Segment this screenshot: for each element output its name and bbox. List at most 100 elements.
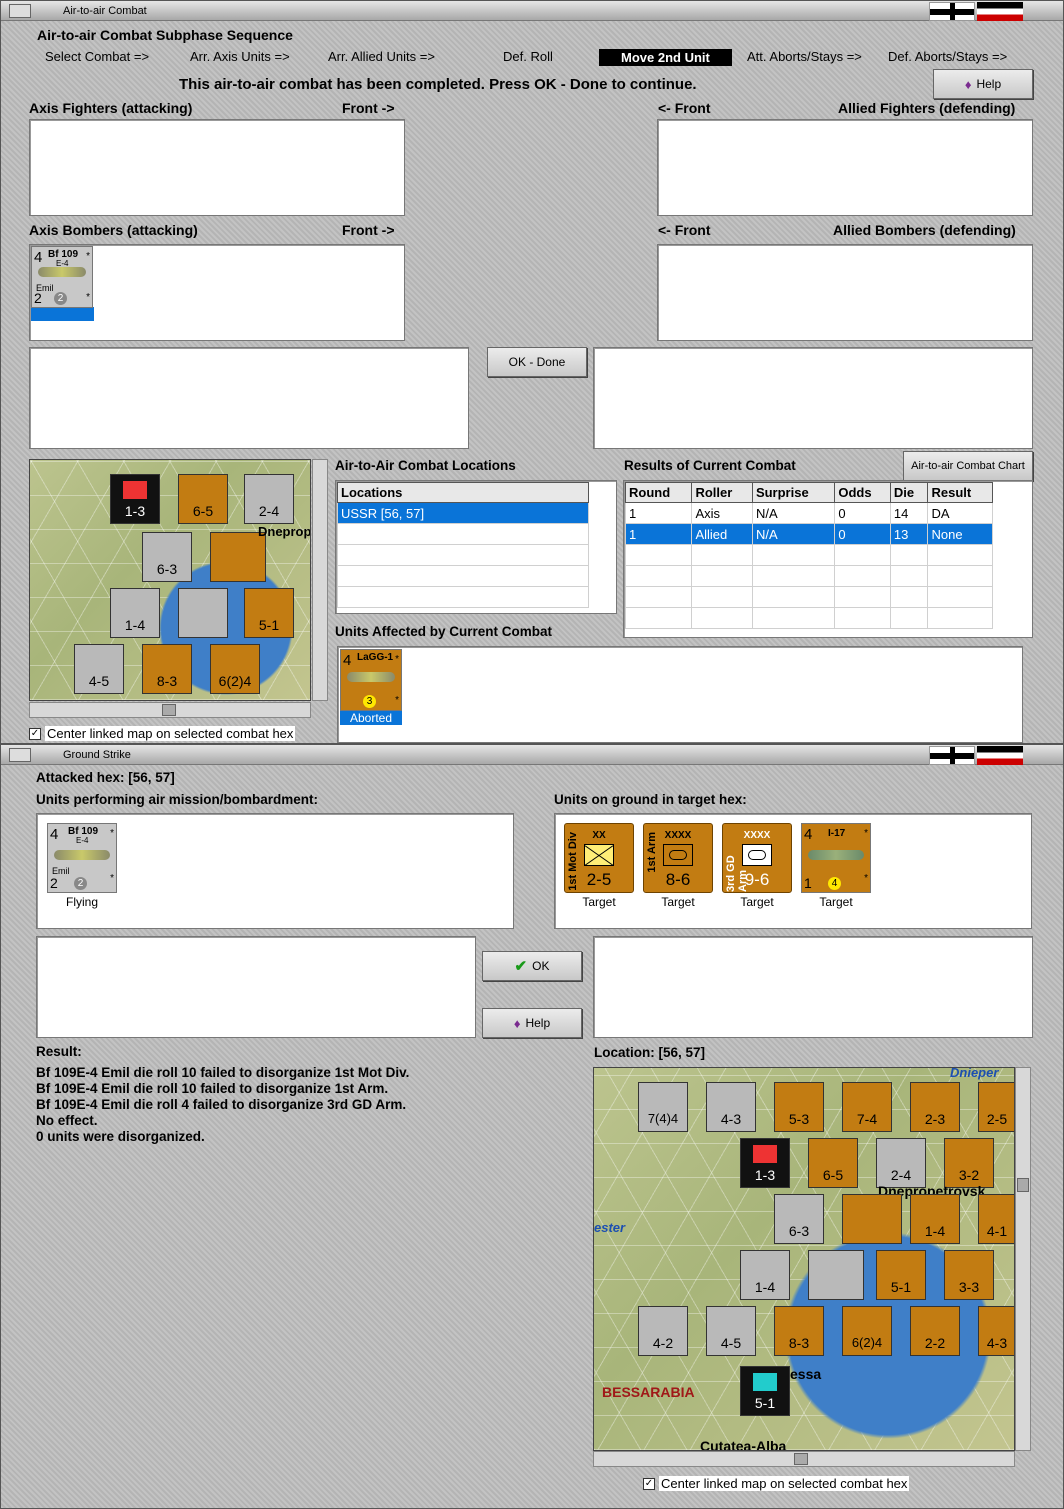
map-unit-t[interactable]: 6(2)4	[842, 1306, 892, 1356]
center-map-checkbox[interactable]: ✓ Center linked map on selected combat h…	[29, 726, 296, 741]
counter-range: 2	[74, 877, 87, 890]
map-unit-u[interactable]: 2-2	[910, 1306, 960, 1356]
map-counter-3[interactable]: 2-4	[244, 474, 294, 524]
aborted-status: Aborted	[340, 711, 402, 725]
ground-unit-3rd-gd-arm[interactable]: 3rd GD Arm XXXX 9-6	[722, 823, 792, 893]
ground-units-box[interactable]: 1st Mot Div XX 2-5 Target 1st Arm XXXX 8…	[554, 813, 1032, 929]
map-unit-w[interactable]: 5-1	[740, 1366, 790, 1416]
title-bar[interactable]: Air-to-air Combat	[1, 1, 1063, 21]
map-counter-bf109[interactable]	[178, 588, 228, 638]
front-right-label-1: Front ->	[342, 100, 395, 116]
allied-fighters-box[interactable]	[657, 119, 1033, 216]
map-unit-j[interactable]: 3-2	[944, 1138, 994, 1188]
map-counter-lagg[interactable]	[210, 532, 266, 582]
map-unit-k[interactable]: 6-3	[774, 1194, 824, 1244]
counter-star-2: *	[864, 873, 868, 884]
seq-def-roll: Def. Roll	[503, 49, 553, 64]
window-menu-icon[interactable]	[9, 748, 31, 762]
map-unit-s[interactable]: 8-3	[774, 1306, 824, 1356]
plane-icon	[54, 850, 110, 860]
map-counter-5[interactable]: 1-4	[110, 588, 160, 638]
air-combat-window: Air-to-air Combat Air-to-air Combat Subp…	[0, 0, 1064, 744]
map-counter-2[interactable]: 6-5	[178, 474, 228, 524]
bf109-ground-counter[interactable]: 4 Bf 109 E-4 * Emil 2 2 *	[47, 823, 117, 893]
locations-list[interactable]: Locations USSR [56, 57]	[335, 480, 617, 614]
axis-info-box	[29, 347, 469, 449]
map-unit-f[interactable]: 2-5	[978, 1082, 1014, 1132]
ground-unit-i17[interactable]: 4 I-17 * 1 4 *	[801, 823, 871, 893]
seq-arr-allied: Arr. Allied Units =>	[328, 49, 435, 64]
counter-attack: 4	[50, 826, 59, 843]
map-scrollbar-v[interactable]	[312, 459, 328, 701]
seq-att-aborts: Att. Aborts/Stays =>	[747, 49, 862, 64]
result-label: Result:	[36, 1044, 82, 1059]
table-row[interactable]: 1 Allied N/A 0 13 None	[624, 523, 993, 545]
linked-map-small[interactable]: 1-3 6-5 2-4 6-3 1-4 5-1 4-5 8-3 6(2)4 Dn…	[29, 459, 311, 701]
combat-chart-label: Air-to-air Combat Chart	[911, 460, 1025, 472]
map-unit-p[interactable]: 3-3	[944, 1250, 994, 1300]
allied-bombers-box[interactable]	[657, 244, 1033, 341]
map-unit-o[interactable]: 5-1	[876, 1250, 926, 1300]
map-unit-a[interactable]: 7(4)4	[638, 1082, 688, 1132]
help-book-icon: ♦	[513, 1015, 521, 1031]
map-counter-8[interactable]: 8-3	[142, 644, 192, 694]
map-unit-e[interactable]: 2-3	[910, 1082, 960, 1132]
map-scrollbar-h[interactable]	[29, 702, 311, 718]
ground-unit-1st-mot-div[interactable]: 1st Mot Div XX 2-5	[564, 823, 634, 893]
map-unit-n[interactable]: 1-4	[740, 1250, 790, 1300]
axis-bombers-box[interactable]: 4 Bf 109 E-4 * Emil 2 2 *	[29, 244, 405, 341]
units-air-label: Units performing air mission/bombardment…	[36, 792, 319, 807]
help-button-2[interactable]: ♦ Help	[482, 1008, 582, 1038]
map-counter-4[interactable]: 6-3	[142, 532, 192, 582]
window-menu-icon[interactable]	[9, 4, 31, 18]
ok-done-button[interactable]: OK - Done	[487, 347, 587, 377]
air-units-box[interactable]: 4 Bf 109 E-4 * Emil 2 2 * Flying	[36, 813, 514, 929]
german-flag-icon	[977, 2, 1023, 21]
counter-attack: 4	[34, 249, 43, 266]
help-book-icon: ♦	[964, 76, 972, 92]
map-counter-1[interactable]: 1-3	[110, 474, 160, 524]
locations-header: Locations	[337, 482, 589, 503]
map-unit-lagg[interactable]	[842, 1194, 902, 1244]
table-row[interactable]: 1 Axis N/A 0 14 DA	[624, 502, 993, 524]
target-caption: Target	[582, 895, 616, 909]
seq-arr-axis: Arr. Axis Units =>	[190, 49, 290, 64]
map-unit-l[interactable]: 1-4	[910, 1194, 960, 1244]
lagg-counter[interactable]: 4 LaGG-1 * 3 *	[340, 649, 402, 711]
map-counter-7[interactable]: 4-5	[74, 644, 124, 694]
map-unit-v[interactable]: 4-3	[978, 1306, 1014, 1356]
help-button[interactable]: ♦ Help	[933, 69, 1033, 99]
ground-unit-1st-arm[interactable]: 1st Arm XXXX 8-6	[643, 823, 713, 893]
map-unit-g[interactable]: 1-3	[740, 1138, 790, 1188]
map-city-label: Dnepropetrovsk	[258, 524, 311, 539]
map-unit-c[interactable]: 5-3	[774, 1082, 824, 1132]
lagg-star-2: *	[395, 695, 399, 706]
affected-units-box[interactable]: 4 LaGG-1 * 3 * Aborted	[337, 646, 1023, 743]
ok-button[interactable]: ✔ OK	[482, 951, 582, 981]
map-unit-bf109[interactable]	[808, 1250, 864, 1300]
map-unit-r[interactable]: 4-5	[706, 1306, 756, 1356]
map-unit-i[interactable]: 2-4	[876, 1138, 926, 1188]
result-line-1: Bf 109E-4 Emil die roll 10 failed to dis…	[36, 1065, 410, 1080]
map-counter-6[interactable]: 5-1	[244, 588, 294, 638]
axis-fighters-box[interactable]	[29, 119, 405, 216]
map-unit-h[interactable]: 6-5	[808, 1138, 858, 1188]
bf109-counter[interactable]: 4 Bf 109 E-4 * Emil 2 2 *	[31, 246, 93, 308]
allied-info-box	[593, 347, 1033, 449]
col-surprise: Surprise	[751, 482, 836, 503]
lagg-range: 3	[363, 695, 376, 708]
map-counter-9[interactable]: 6(2)4	[210, 644, 260, 694]
location-row[interactable]: USSR [56, 57]	[337, 502, 589, 524]
armor-symbol-icon	[663, 844, 693, 866]
map-scrollbar-h-2[interactable]	[593, 1451, 1015, 1467]
lagg-star: *	[395, 654, 399, 665]
center-map-checkbox-2[interactable]: ✓ Center linked map on selected combat h…	[643, 1476, 910, 1491]
map-scrollbar-v-2[interactable]	[1015, 1067, 1031, 1451]
title-bar-2[interactable]: Ground Strike	[1, 745, 1063, 765]
map-unit-b[interactable]: 4-3	[706, 1082, 756, 1132]
map-unit-q[interactable]: 4-2	[638, 1306, 688, 1356]
map-unit-m[interactable]: 4-1	[978, 1194, 1014, 1244]
linked-map-large[interactable]: Dnieper 7(4)4 4-3 5-3 7-4 2-3 2-5 1-3 6-…	[593, 1067, 1015, 1451]
map-unit-d[interactable]: 7-4	[842, 1082, 892, 1132]
combat-chart-button[interactable]: Air-to-air Combat Chart	[903, 451, 1033, 481]
